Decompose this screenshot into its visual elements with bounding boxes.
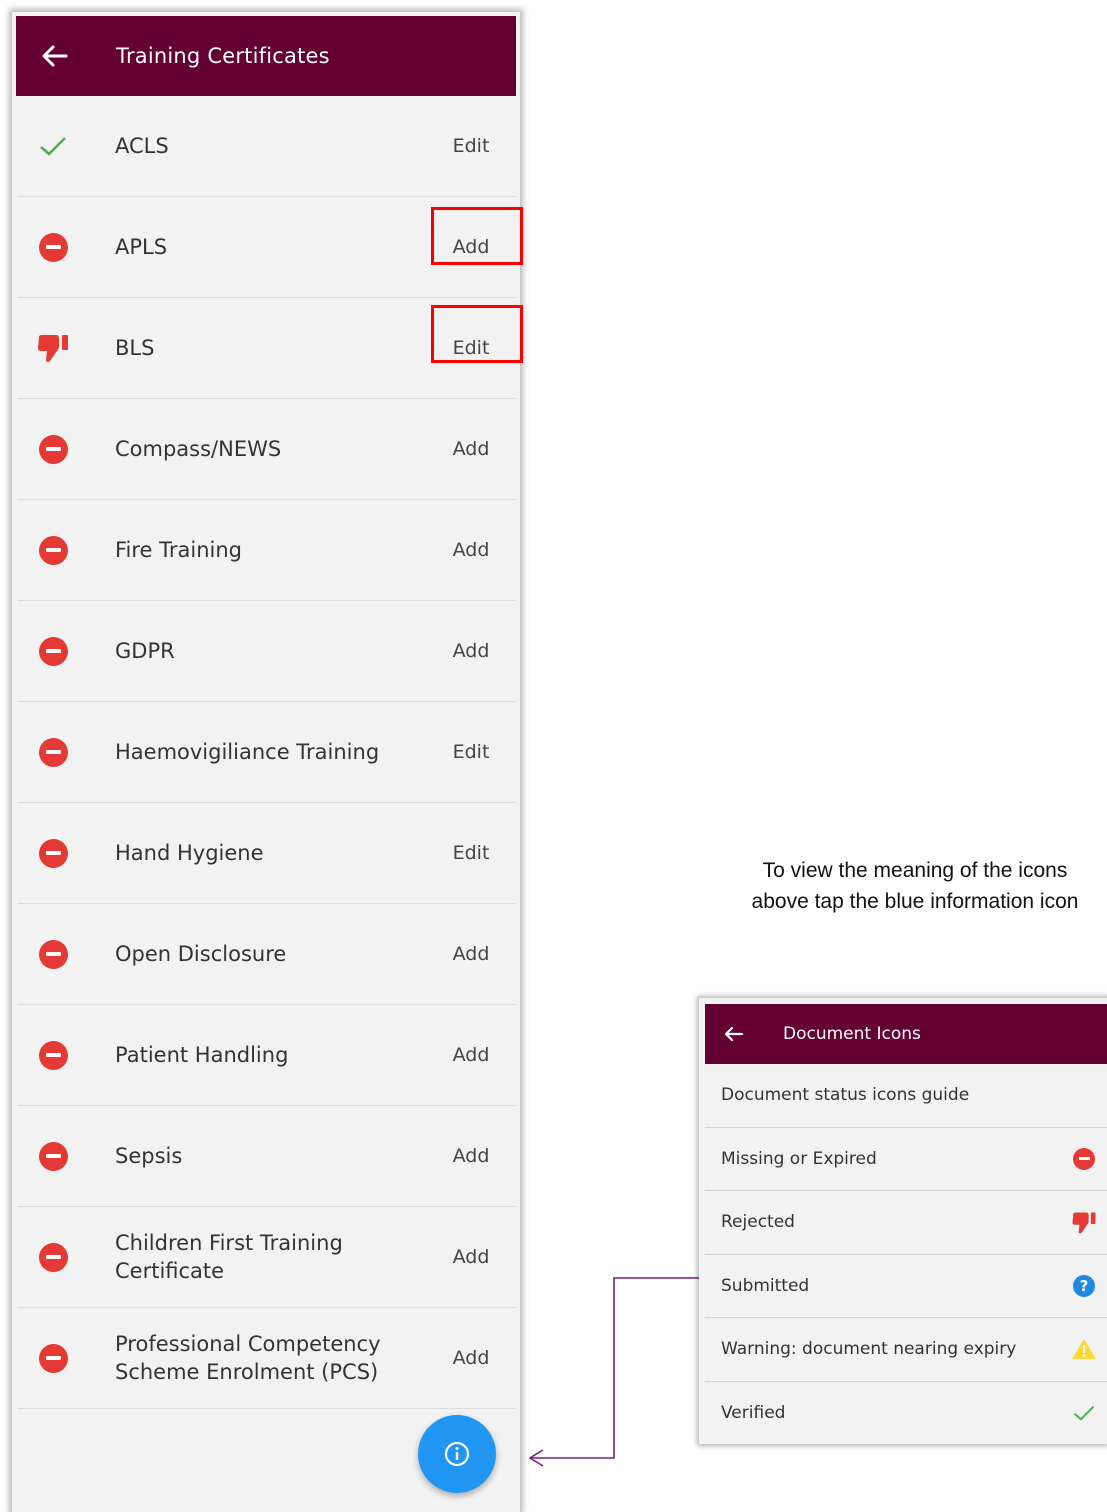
- minus-circle-icon: [38, 1141, 68, 1171]
- check-icon: [18, 135, 88, 157]
- thumbs-down-icon: [18, 333, 88, 363]
- legend-row-missing: Missing or Expired: [705, 1128, 1107, 1191]
- list-item-label: Compass/NEWS: [115, 437, 282, 461]
- add-button[interactable]: Add: [436, 640, 506, 662]
- list-item-gdpr[interactable]: GDPR Add: [18, 601, 516, 702]
- list-item-label: BLS: [115, 336, 155, 360]
- legend-label: Verified: [721, 1402, 786, 1423]
- arrow-left-icon: [42, 45, 68, 67]
- list-item-label: Patient Handling: [115, 1043, 289, 1067]
- add-button[interactable]: Add: [436, 1347, 506, 1369]
- minus-circle-icon: [38, 1040, 68, 1070]
- legend-label: Submitted: [721, 1275, 810, 1296]
- edit-button[interactable]: Edit: [436, 135, 506, 157]
- warning-triangle-icon: [1061, 1338, 1107, 1360]
- minus-circle-icon: [38, 737, 68, 767]
- list-item-label: APLS: [115, 235, 168, 259]
- list-item-pcs-enrolment[interactable]: Professional Competency Scheme Enrolment…: [18, 1308, 516, 1409]
- legend-row-rejected: Rejected: [705, 1191, 1107, 1255]
- icon-legend-list: Document status icons guide Missing or E…: [705, 1064, 1107, 1444]
- legend-header-row: Document status icons guide: [705, 1064, 1107, 1128]
- minus-circle-icon: [38, 434, 68, 464]
- legend-label: Missing or Expired: [721, 1148, 877, 1169]
- list-item-acls[interactable]: ACLS Edit: [18, 96, 516, 197]
- minus-circle-icon: [1073, 1147, 1095, 1170]
- legend-row-warning: Warning: document nearing expiry: [705, 1318, 1107, 1382]
- highlight-box-edit: [431, 305, 523, 363]
- app-bar: Training Certificates: [16, 16, 516, 96]
- legend-heading: Document status icons guide: [721, 1085, 970, 1106]
- check-icon: [1061, 1404, 1107, 1422]
- back-button[interactable]: [16, 16, 94, 96]
- edit-button[interactable]: Edit: [436, 741, 506, 763]
- minus-circle-icon: [38, 939, 68, 969]
- add-button[interactable]: Add: [436, 1044, 506, 1066]
- add-button[interactable]: Add: [436, 438, 506, 460]
- list-item-label: ACLS: [115, 134, 169, 158]
- minus-circle-icon: [38, 1343, 68, 1373]
- list-item-sepsis[interactable]: Sepsis Add: [18, 1106, 516, 1207]
- minus-circle-icon: [38, 232, 68, 262]
- minus-circle-icon: [38, 636, 68, 666]
- list-item-label: Sepsis: [115, 1144, 183, 1168]
- list-item-children-first[interactable]: Children First Training Certificate Add: [18, 1207, 516, 1308]
- info-button[interactable]: [418, 1415, 496, 1493]
- add-button[interactable]: Add: [436, 1246, 506, 1268]
- arrow-left-icon: [724, 1026, 744, 1042]
- list-item-fire-training[interactable]: Fire Training Add: [18, 500, 516, 601]
- edit-button[interactable]: Edit: [436, 842, 506, 864]
- list-item-haemovigiliance[interactable]: Haemovigiliance Training Edit: [18, 702, 516, 803]
- question-circle-icon: ?: [1073, 1274, 1095, 1297]
- list-item-label: GDPR: [115, 639, 175, 663]
- list-item-label: Fire Training: [115, 538, 243, 562]
- add-button[interactable]: Add: [436, 539, 506, 561]
- minus-circle-icon: [38, 838, 68, 868]
- list-item-compass-news[interactable]: Compass/NEWS Add: [18, 399, 516, 500]
- inset-app-bar: Document Icons: [705, 1004, 1107, 1064]
- highlight-box-add: [431, 207, 523, 265]
- legend-row-submitted: Submitted ?: [705, 1255, 1107, 1318]
- list-item-label: Open Disclosure: [115, 942, 287, 966]
- list-item-patient-handling[interactable]: Patient Handling Add: [18, 1005, 516, 1106]
- list-item-open-disclosure[interactable]: Open Disclosure Add: [18, 904, 516, 1005]
- page-title: Training Certificates: [116, 44, 330, 68]
- legend-row-verified: Verified: [705, 1382, 1107, 1445]
- list-item-label: Hand Hygiene: [115, 841, 264, 865]
- list-item-hand-hygiene[interactable]: Hand Hygiene Edit: [18, 803, 516, 904]
- thumbs-down-icon: [1061, 1211, 1107, 1234]
- legend-label: Warning: document nearing expiry: [721, 1339, 1017, 1360]
- minus-circle-icon: [38, 1242, 68, 1272]
- add-button[interactable]: Add: [436, 943, 506, 965]
- inset-title: Document Icons: [783, 1024, 921, 1044]
- list-item-label: Children First Training Certificate: [115, 1231, 343, 1283]
- list-item-label: Professional Competency Scheme Enrolment…: [115, 1332, 381, 1384]
- list-item-label: Haemovigiliance Training: [115, 740, 380, 764]
- certificate-list: ACLS Edit APLS Add BLS Edit Compass/NEWS…: [18, 96, 516, 1409]
- document-icons-panel: Document Icons Document status icons gui…: [699, 998, 1107, 1444]
- info-icon: [444, 1441, 470, 1467]
- instruction-caption: To view the meaning of the icons above t…: [751, 859, 1079, 913]
- minus-circle-icon: [38, 535, 68, 565]
- add-button[interactable]: Add: [436, 1145, 506, 1167]
- back-button[interactable]: [705, 1026, 763, 1042]
- legend-label: Rejected: [721, 1212, 795, 1233]
